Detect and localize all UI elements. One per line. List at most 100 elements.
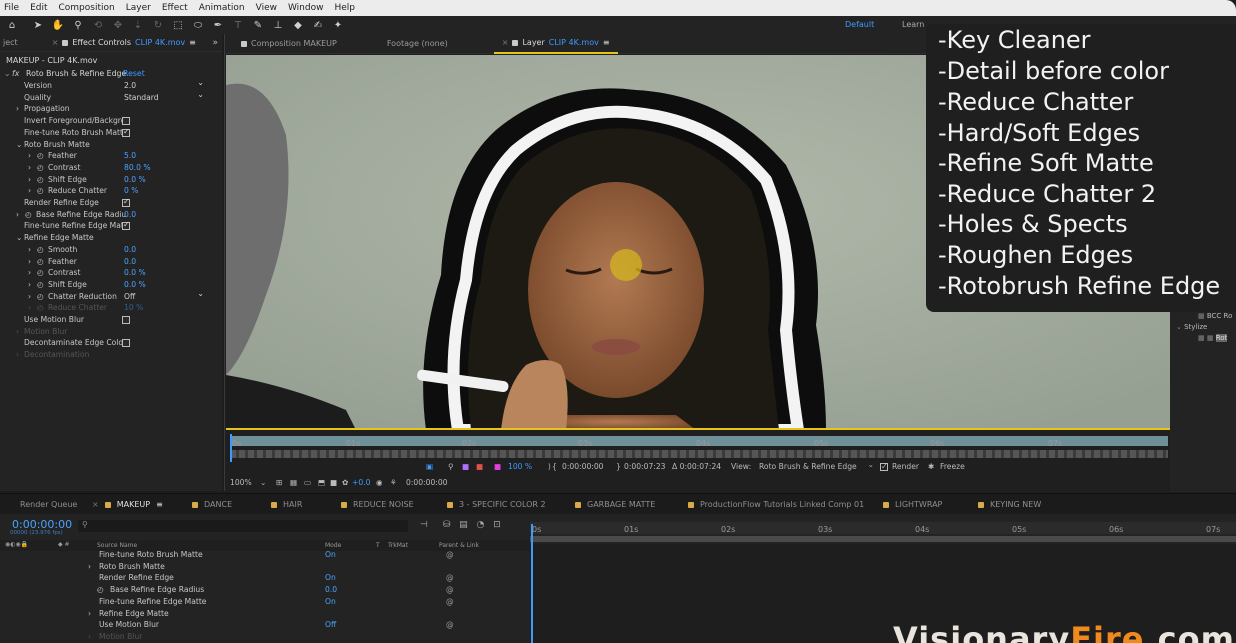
home-icon[interactable]: ⌂	[4, 18, 20, 32]
color-swatch-icon[interactable]: ■	[462, 462, 469, 471]
effect-controls-tab[interactable]: × Effect Controls CLIP 4K.mov ≡	[44, 38, 204, 47]
tab-composition[interactable]: Composition MAKEUP	[233, 39, 345, 48]
disclosure-caret-icon[interactable]: ›	[88, 632, 91, 641]
tab-layer[interactable]: × Layer CLIP 4K.mov ≡	[493, 34, 618, 54]
timeline-property-row[interactable]: Use Motion Blur Off @	[0, 620, 530, 632]
menu-window[interactable]: Window	[288, 3, 324, 13]
tab-makeup[interactable]: × MAKEUP ≡	[92, 500, 163, 509]
panel-overflow-icon[interactable]: »	[212, 38, 222, 48]
preset-item[interactable]: ▦ ▦ Rot	[1198, 334, 1228, 342]
propagation-track[interactable]	[230, 450, 1168, 458]
layer-playhead[interactable]	[230, 434, 232, 462]
stopwatch-icon[interactable]: ◴	[37, 257, 44, 266]
disclosure-caret-icon[interactable]: ›	[28, 163, 31, 172]
orbit-tool-icon[interactable]: ⟲	[90, 18, 106, 32]
color-swatch-icon[interactable]: ■	[494, 462, 501, 471]
timeline-property-row[interactable]: › Motion Blur	[0, 632, 530, 643]
property-checkbox[interactable]	[122, 127, 130, 137]
in-time[interactable]: 0:00:00:00	[562, 462, 604, 471]
menu-layer[interactable]: Layer	[126, 3, 151, 13]
disclosure-caret-icon[interactable]: ›	[28, 257, 31, 266]
dolly-tool-icon[interactable]: ⇣	[130, 18, 146, 32]
timeline-property-row[interactable]: › Refine Edge Matte	[0, 609, 530, 621]
workspace-learn[interactable]: Learn	[902, 20, 924, 29]
draft-3d-icon[interactable]: ⛁	[443, 520, 451, 530]
tab-garbage-matte[interactable]: GARBAGE MATTE	[575, 500, 655, 509]
color-swatch-icon[interactable]: ■	[476, 462, 483, 471]
property-checkbox[interactable]	[122, 220, 130, 231]
col-parent[interactable]: Parent & Link	[439, 542, 479, 549]
tab-reduce-noise[interactable]: REDUCE NOISE	[341, 500, 414, 509]
property-mode-value[interactable]: On	[325, 573, 336, 582]
eraser-tool-icon[interactable]: ◆	[290, 18, 306, 32]
disclosure-caret-icon[interactable]: ›	[28, 303, 31, 312]
expression-pickwhip-icon[interactable]: @	[446, 620, 454, 629]
property-value[interactable]: 5.0	[124, 151, 136, 160]
col-source-name[interactable]: Source Name	[97, 542, 137, 549]
property-checkbox[interactable]	[122, 197, 130, 207]
disclosure-caret-icon[interactable]: ⌄	[16, 140, 22, 149]
timeline-ruler[interactable]: 0s 01s 02s 03s 04s 05s 06s 07s	[530, 522, 1236, 534]
freeze-label[interactable]: Freeze	[940, 462, 965, 471]
timeline-playhead[interactable]	[531, 524, 533, 643]
mask-icon[interactable]: ⬒	[318, 478, 325, 487]
graph-editor-icon[interactable]: ⊡	[493, 520, 501, 530]
property-mode-value[interactable]: Off	[325, 620, 336, 629]
property-value[interactable]: 0.0 %	[124, 268, 146, 277]
property-value[interactable]: 0.0	[124, 245, 136, 254]
disclosure-caret-icon[interactable]: ›	[16, 210, 19, 219]
menu-help[interactable]: Help	[334, 3, 355, 13]
property-value[interactable]: 10 %	[124, 303, 143, 312]
reset-link[interactable]: Reset	[123, 69, 145, 78]
disclosure-caret-icon[interactable]: ›	[28, 268, 31, 277]
collapse-caret-icon[interactable]: ⌄	[4, 69, 11, 78]
disclosure-caret-icon[interactable]: ›	[16, 104, 19, 113]
fx-badge-icon[interactable]: fx	[12, 69, 19, 78]
current-time[interactable]: 0:00:00:00	[406, 478, 448, 487]
motion-blur-icon[interactable]: ◔	[477, 520, 485, 530]
property-mode-value[interactable]: On	[325, 550, 336, 559]
chevron-down-icon[interactable]: ⌄	[260, 478, 266, 487]
property-dropdown[interactable]: Standard	[124, 90, 204, 103]
stopwatch-icon[interactable]: ◴	[37, 303, 44, 312]
selection-tool-icon[interactable]: ➤	[30, 18, 46, 32]
disclosure-caret-icon[interactable]: ›	[16, 327, 19, 336]
comp-flowchart-icon[interactable]: ⊣	[420, 520, 428, 530]
stopwatch-icon[interactable]: ◴	[25, 210, 32, 219]
overlay-percent[interactable]: 100 %	[508, 462, 532, 471]
menu-view[interactable]: View	[256, 3, 277, 13]
property-mode-value[interactable]: On	[325, 597, 336, 606]
out-point-icon[interactable]: }	[616, 462, 621, 471]
av-switch-icons[interactable]: ◉◐◉🔒	[5, 541, 28, 548]
toggle-icon[interactable]: ⟩	[548, 462, 551, 471]
rotate-tool-icon[interactable]: ↻	[150, 18, 166, 32]
stopwatch-icon[interactable]: ◴	[37, 245, 44, 254]
transparency-icon[interactable]: ▦	[290, 478, 297, 487]
puppet-pin-icon[interactable]: ✦	[330, 18, 346, 32]
close-icon[interactable]: ×	[52, 38, 59, 47]
zoom-dropdown[interactable]: 100%	[230, 478, 252, 487]
disclosure-caret-icon[interactable]: ›	[16, 350, 19, 359]
preset-group[interactable]: ⌄ Stylize	[1176, 323, 1207, 331]
hand-tool-icon[interactable]: ✋	[50, 18, 66, 32]
timeline-search-input[interactable]: ⚲	[78, 520, 408, 532]
menu-composition[interactable]: Composition	[59, 3, 115, 13]
menu-animation[interactable]: Animation	[199, 3, 245, 13]
tab-menu-icon[interactable]: ≡	[189, 38, 196, 47]
type-tool-icon[interactable]: T	[230, 18, 246, 32]
tab-footage[interactable]: Footage (none)	[379, 39, 456, 48]
zoom-tool-icon[interactable]: ⚲	[70, 18, 86, 32]
display-icon[interactable]: ▭	[304, 478, 311, 487]
property-value[interactable]: 0.0	[124, 257, 136, 266]
stopwatch-icon[interactable]: ◴	[37, 186, 44, 195]
expression-pickwhip-icon[interactable]: @	[446, 585, 454, 594]
disclosure-caret-icon[interactable]: ›	[88, 562, 91, 571]
property-value[interactable]: 80.0 %	[124, 163, 151, 172]
exposure-value[interactable]: +0.0	[352, 478, 370, 487]
property-value[interactable]: 0.0 %	[124, 280, 146, 289]
tab-specific-color[interactable]: 3 - SPECIFIC COLOR 2	[447, 500, 546, 509]
col-mode[interactable]: Mode	[325, 542, 341, 549]
expression-pickwhip-icon[interactable]: @	[446, 550, 454, 559]
property-dropdown[interactable]: Off	[124, 289, 204, 302]
timeline-property-row[interactable]: ◴ Base Refine Edge Radius 0.0 @	[0, 585, 530, 597]
